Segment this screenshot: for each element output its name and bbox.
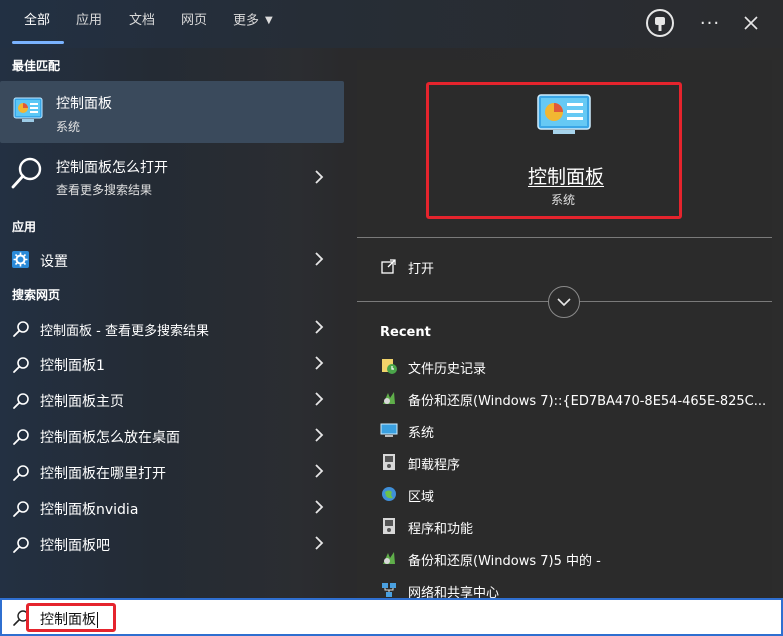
recent-item[interactable]: 备份和还原(Windows 7)::{ED7BA470-8E54-465E-82… bbox=[380, 385, 766, 413]
chevron-right-icon bbox=[315, 536, 324, 550]
chevron-right-icon bbox=[315, 464, 324, 478]
recent-item-label: 备份和还原(Windows 7)5 中的 - bbox=[408, 554, 601, 569]
recent-header: Recent bbox=[380, 325, 431, 340]
divider bbox=[357, 237, 772, 238]
chevron-right-icon bbox=[315, 170, 324, 184]
settings-label: 设置 bbox=[40, 254, 68, 270]
recent-item-label: 卸载程序 bbox=[408, 458, 461, 473]
recent-item-label: 区域 bbox=[408, 490, 435, 505]
web-result[interactable]: 控制面板怎么放在桌面 bbox=[0, 418, 344, 454]
preview-app-title[interactable]: 控制面板 bbox=[528, 162, 604, 189]
search-icon bbox=[11, 157, 42, 189]
tab-documents[interactable]: 文档 bbox=[129, 0, 155, 44]
chevron-right-icon bbox=[315, 320, 324, 334]
programs-icon bbox=[383, 518, 395, 534]
tab-more[interactable]: 更多 ▼ bbox=[233, 0, 273, 44]
top-tab-bar: 全部 应用 文档 网页 更多 ▼ ··· bbox=[0, 0, 783, 48]
chevron-right-icon bbox=[315, 252, 324, 266]
web-result[interactable]: 控制面板1 bbox=[0, 346, 344, 382]
search-icon bbox=[13, 357, 29, 373]
recent-item[interactable]: 区域 bbox=[380, 481, 760, 509]
account-avatar-button[interactable] bbox=[645, 8, 675, 38]
preview-app-subtitle: 系统 bbox=[551, 193, 576, 207]
programs-icon bbox=[383, 454, 395, 470]
open-label: 打开 bbox=[408, 262, 435, 277]
search-icon bbox=[13, 429, 29, 445]
chevron-right-icon bbox=[315, 428, 324, 442]
best-match-result[interactable]: 控制面板 系统 bbox=[0, 81, 344, 143]
web-result[interactable]: 控制面板 - 查看更多搜索结果 bbox=[0, 310, 344, 346]
open-action[interactable]: 打开 bbox=[380, 253, 580, 281]
recent-item-label: 系统 bbox=[408, 426, 435, 441]
chevron-right-icon bbox=[315, 500, 324, 514]
web-search-header: 搜索网页 bbox=[12, 288, 61, 302]
best-match-title: 控制面板 bbox=[56, 96, 112, 112]
close-icon[interactable] bbox=[736, 8, 766, 38]
chevron-right-icon bbox=[315, 356, 324, 370]
best-match-subtitle: 系统 bbox=[56, 120, 81, 134]
recent-item[interactable]: 卸载程序 bbox=[380, 449, 760, 477]
web-result[interactable]: 控制面板在哪里打开 bbox=[0, 454, 344, 490]
web-result-label: 控制面板nvidia bbox=[40, 502, 139, 518]
search-suggestion-result[interactable]: 控制面板怎么打开 查看更多搜索结果 bbox=[0, 148, 344, 202]
system-icon bbox=[380, 423, 398, 437]
search-icon bbox=[13, 537, 29, 553]
backup-icon bbox=[383, 392, 395, 404]
text-cursor bbox=[97, 612, 98, 628]
recent-item-label: 文件历史记录 bbox=[408, 362, 487, 377]
search-input[interactable]: 控制面板 bbox=[40, 609, 98, 629]
best-match-header: 最佳匹配 bbox=[12, 59, 61, 73]
web-result[interactable]: 控制面板吧 bbox=[0, 526, 344, 562]
suggestion-title: 控制面板怎么打开 bbox=[56, 160, 168, 176]
web-result-label: 控制面板在哪里打开 bbox=[40, 466, 166, 482]
web-result[interactable]: 控制面板nvidia bbox=[0, 490, 344, 526]
gear-icon bbox=[12, 251, 29, 268]
tab-all[interactable]: 全部 bbox=[24, 0, 50, 44]
suggestion-subtitle: 查看更多搜索结果 bbox=[56, 183, 153, 197]
file-history-icon bbox=[382, 359, 397, 374]
recent-item[interactable]: 网络和共享中心 bbox=[380, 577, 760, 598]
chevron-right-icon bbox=[315, 392, 324, 406]
region-icon bbox=[382, 487, 396, 501]
apps-header: 应用 bbox=[12, 220, 37, 234]
control-panel-icon bbox=[13, 97, 43, 122]
chevron-down-icon: ▼ bbox=[265, 15, 273, 26]
open-external-icon bbox=[381, 259, 396, 274]
active-tab-indicator bbox=[12, 41, 64, 44]
recent-item[interactable]: 系统 bbox=[380, 417, 760, 445]
search-icon bbox=[13, 393, 29, 409]
web-result-label: 控制面板吧 bbox=[40, 538, 110, 554]
chevron-down-icon bbox=[557, 298, 571, 307]
medal-icon bbox=[646, 9, 674, 37]
web-result-label: 控制面板1 bbox=[40, 358, 105, 374]
web-result-label: 控制面板主页 bbox=[40, 394, 124, 410]
search-bar[interactable]: 控制面板 bbox=[0, 598, 783, 636]
recent-item[interactable]: 程序和功能 bbox=[380, 513, 760, 541]
web-result-label: 控制面板 - 查看更多搜索结果 bbox=[40, 324, 209, 339]
tab-web[interactable]: 网页 bbox=[181, 0, 207, 44]
backup-icon bbox=[383, 552, 395, 564]
recent-item-label: 程序和功能 bbox=[408, 522, 474, 537]
results-list: 最佳匹配 控制面板 系统 控制面板怎么打开 查看更多搜索结果 应用 设置 搜索网… bbox=[0, 48, 344, 598]
search-icon bbox=[13, 610, 29, 626]
search-icon bbox=[13, 465, 29, 481]
recent-item-label: 备份和还原(Windows 7)::{ED7BA470-8E54-465E-82… bbox=[408, 394, 767, 409]
recent-item[interactable]: 备份和还原(Windows 7)5 中的 - bbox=[380, 545, 760, 573]
web-result-label: 控制面板怎么放在桌面 bbox=[40, 430, 180, 446]
expand-button[interactable] bbox=[548, 286, 580, 318]
settings-result[interactable]: 设置 bbox=[0, 242, 344, 278]
network-icon bbox=[382, 583, 396, 597]
search-icon bbox=[13, 321, 29, 337]
start-search-window: 全部 应用 文档 网页 更多 ▼ ··· 最佳匹配 控制面板 系统 控制面板怎么… bbox=[0, 0, 783, 636]
more-options-icon[interactable]: ··· bbox=[695, 8, 725, 38]
tab-apps[interactable]: 应用 bbox=[76, 0, 102, 44]
search-icon bbox=[13, 501, 29, 517]
recent-item[interactable]: 文件历史记录 bbox=[380, 353, 760, 381]
web-result[interactable]: 控制面板主页 bbox=[0, 382, 344, 418]
control-panel-icon bbox=[537, 94, 591, 134]
recent-item-label: 网络和共享中心 bbox=[408, 586, 500, 598]
